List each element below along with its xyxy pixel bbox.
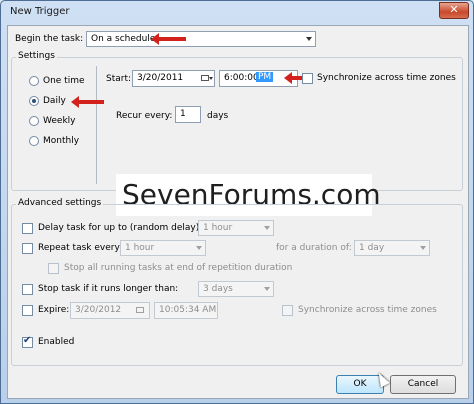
repeat-task-value: 1 hour (125, 243, 155, 253)
recur-every-label: Recur every: (116, 111, 173, 121)
settings-divider (96, 66, 97, 184)
delay-task-label: Delay task for up to (random delay): (38, 223, 203, 233)
advanced-settings-title: Advanced settings (16, 198, 104, 208)
enabled-checkbox[interactable]: ✔ (22, 335, 33, 348)
expire-date-picker[interactable]: 3/20/2012 (70, 302, 150, 319)
begin-task-value: On a schedule (91, 34, 156, 44)
duration-label: for a duration of: (276, 243, 352, 253)
settings-group-title: Settings (16, 51, 57, 61)
expire-sync-checkbox[interactable] (282, 305, 293, 316)
stop-longer-checkbox[interactable] (22, 284, 33, 295)
cancel-button[interactable]: Cancel (390, 375, 456, 394)
expire-time-field[interactable]: 10:05:34 AM (154, 302, 218, 319)
expire-time-value: 10:05:34 AM (159, 305, 217, 315)
expire-label: Expire: (38, 305, 70, 315)
stop-all-tasks-label: Stop all running tasks at end of repetit… (64, 263, 293, 273)
duration-value: 1 day (359, 243, 385, 253)
recur-every-value: 1 (180, 109, 186, 119)
expire-date-value: 3/20/2012 (75, 305, 122, 315)
enabled-label: Enabled (38, 337, 75, 347)
expire-checkbox[interactable] (22, 305, 33, 316)
sync-timezones-label: Synchronize across time zones (317, 73, 456, 83)
radio-monthly-label: Monthly (43, 136, 80, 146)
radio-daily-label: Daily (43, 96, 66, 106)
repeat-task-label: Repeat task every: (38, 243, 123, 253)
calendar-icon (136, 307, 144, 313)
chevron-down-icon (196, 246, 202, 250)
chevron-down-icon (306, 37, 312, 41)
delay-task-select[interactable]: 1 hour (198, 220, 274, 236)
start-ampm-selected: PM (256, 72, 274, 82)
start-time-value: 6:00:00 (224, 73, 259, 83)
begin-task-label: Begin the task: (15, 34, 84, 44)
dialog-window: New Trigger ✕ Begin the task: On a sched… (0, 0, 474, 404)
chevron-down-icon (264, 226, 270, 230)
start-label: Start: (106, 74, 132, 84)
radio-one-time[interactable] (29, 76, 39, 86)
radio-weekly[interactable] (29, 116, 39, 126)
expire-sync-label: Synchronize across time zones (298, 305, 437, 315)
chevron-down-icon (420, 246, 426, 250)
start-date-picker[interactable]: 3/20/2011 (132, 70, 215, 87)
stop-all-tasks-checkbox[interactable] (48, 263, 59, 274)
delay-task-checkbox[interactable] (22, 223, 33, 234)
dialog-body: Begin the task: On a schedule Settings O… (7, 25, 469, 399)
radio-one-time-label: One time (43, 76, 85, 86)
delay-task-value: 1 hour (203, 223, 233, 233)
duration-select[interactable]: 1 day (354, 240, 430, 256)
close-button[interactable]: ✕ (439, 2, 469, 19)
repeat-task-checkbox[interactable] (22, 243, 33, 254)
start-date-value: 3/20/2011 (137, 73, 184, 83)
stop-longer-select[interactable]: 3 days (198, 281, 274, 297)
annotation-arrow (71, 96, 104, 108)
annotation-arrow (151, 33, 186, 45)
repeat-task-select[interactable]: 1 hour (120, 240, 206, 256)
recur-every-input[interactable]: 1 (175, 106, 201, 123)
title-bar[interactable]: New Trigger ✕ (1, 1, 473, 25)
radio-daily[interactable] (29, 96, 39, 106)
window-title: New Trigger (10, 6, 70, 17)
begin-task-select[interactable]: On a schedule (86, 31, 316, 47)
calendar-icon (201, 75, 209, 81)
chevron-down-icon (264, 287, 270, 291)
sync-timezones-checkbox[interactable] (302, 73, 313, 84)
stop-longer-label: Stop task if it runs longer than: (38, 284, 179, 294)
chevron-down-icon (209, 77, 213, 80)
stop-longer-value: 3 days (203, 284, 233, 294)
radio-weekly-label: Weekly (43, 116, 76, 126)
recur-unit-label: days (207, 111, 229, 121)
radio-monthly[interactable] (29, 136, 39, 146)
checkmark-icon: ✔ (23, 335, 32, 346)
